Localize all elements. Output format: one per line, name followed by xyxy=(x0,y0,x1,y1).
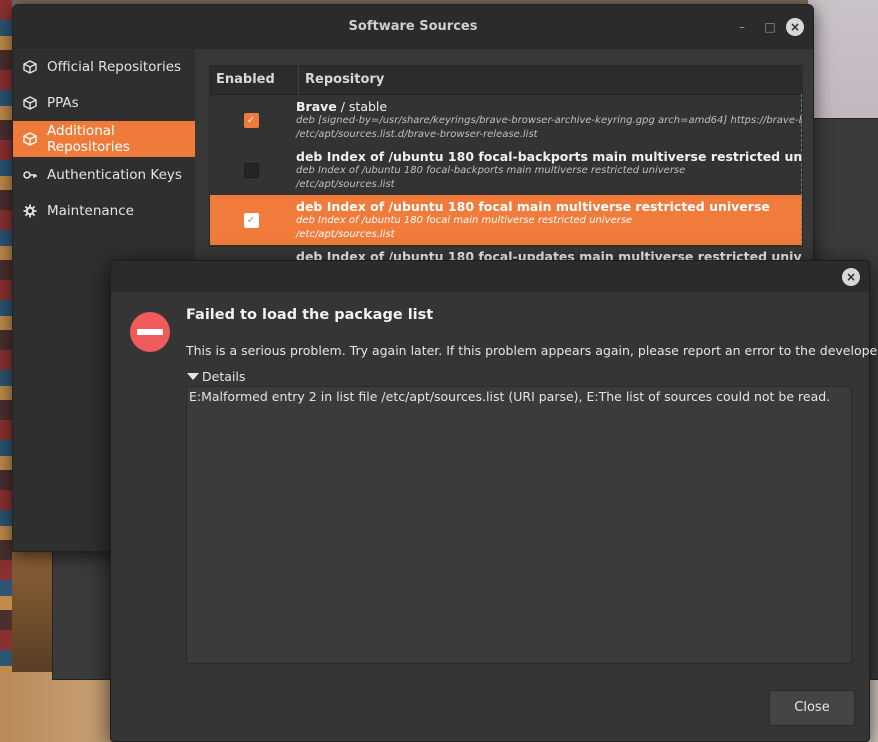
repo-title: deb Index of /ubuntu 180 focal-backports… xyxy=(296,149,802,164)
window-titlebar[interactable]: Software Sources – □ × xyxy=(13,5,813,49)
sidebar-item-label: Official Repositories xyxy=(47,59,182,75)
sidebar-item-ppas[interactable]: PPAs xyxy=(13,85,195,121)
sidebar-item-label: PPAs xyxy=(47,95,79,111)
gear-icon xyxy=(23,204,37,218)
details-text: E:Malformed entry 2 in list file /etc/ap… xyxy=(189,389,831,404)
close-window-button[interactable]: × xyxy=(786,18,804,36)
table-row[interactable]: deb Index of /ubuntu 180 focal-backports… xyxy=(210,145,802,195)
sidebar-item-additional-repositories[interactable]: Additional Repositories xyxy=(13,121,195,157)
maximize-button[interactable]: □ xyxy=(761,18,779,36)
dialog-heading: Failed to load the package list xyxy=(186,307,434,323)
chevron-down-icon xyxy=(187,373,199,380)
minimize-button[interactable]: – xyxy=(733,18,751,36)
dialog-titlebar[interactable] xyxy=(111,261,869,292)
package-icon xyxy=(23,60,37,74)
package-icon xyxy=(23,132,37,146)
error-icon xyxy=(130,312,170,352)
enabled-checkbox[interactable]: ✓ xyxy=(243,212,259,228)
column-header-enabled[interactable]: Enabled xyxy=(210,66,299,94)
sidebar-item-label: Maintenance xyxy=(47,203,134,219)
desktop-wallpaper-strip xyxy=(0,0,12,742)
repository-table: Enabled Repository ✓ Brave / stable deb … xyxy=(209,65,803,264)
repo-file: /etc/apt/sources.list xyxy=(296,179,395,190)
repo-file: /etc/apt/sources.list.d/brave-browser-re… xyxy=(296,129,538,140)
column-header-repository[interactable]: Repository xyxy=(299,66,384,94)
dialog-message: This is a serious problem. Try again lat… xyxy=(186,343,878,358)
repo-file: /etc/apt/sources.list xyxy=(296,229,395,240)
repo-title: deb Index of /ubuntu 180 focal main mult… xyxy=(296,199,770,214)
error-dialog: × Failed to load the package list This i… xyxy=(110,260,878,742)
table-scroll-indicator xyxy=(801,94,802,246)
repo-line: deb Index of /ubuntu 180 focal main mult… xyxy=(296,215,633,226)
package-icon xyxy=(23,96,37,110)
key-icon xyxy=(23,168,37,182)
sidebar-item-label: Additional Repositories xyxy=(47,123,130,155)
table-row[interactable]: ✓ Brave / stable deb [signed-by=/usr/sha… xyxy=(210,95,802,145)
close-button[interactable]: Close xyxy=(769,690,855,726)
repo-title: Brave xyxy=(296,99,337,114)
window-title: Software Sources xyxy=(348,19,478,34)
details-label: Details xyxy=(202,369,246,384)
table-header: Enabled Repository xyxy=(210,66,802,95)
sidebar-item-official-repositories[interactable]: Official Repositories xyxy=(13,49,195,85)
repo-title-suffix: / stable xyxy=(336,99,388,114)
close-dialog-button[interactable]: × xyxy=(842,268,860,286)
sidebar-item-authentication-keys[interactable]: Authentication Keys xyxy=(13,157,195,193)
details-expander[interactable]: Details xyxy=(187,369,245,384)
sidebar-item-label: Authentication Keys xyxy=(47,167,182,183)
repo-line: deb [signed-by=/usr/share/keyrings/brave… xyxy=(296,115,802,126)
table-row-selected[interactable]: ✓ deb Index of /ubuntu 180 focal main mu… xyxy=(210,195,802,245)
enabled-checkbox[interactable]: ✓ xyxy=(243,112,259,128)
enabled-checkbox[interactable] xyxy=(243,162,259,178)
repo-line: deb Index of /ubuntu 180 focal-backports… xyxy=(296,165,686,176)
details-text-area[interactable]: E:Malformed entry 2 in list file /etc/ap… xyxy=(186,386,852,664)
sidebar-item-maintenance[interactable]: Maintenance xyxy=(13,193,195,229)
